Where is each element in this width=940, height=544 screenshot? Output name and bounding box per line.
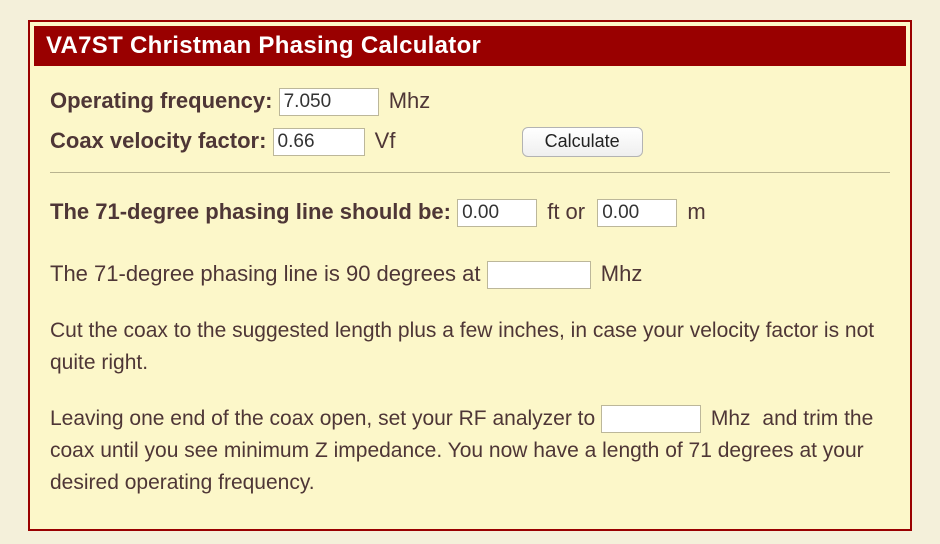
content-area: Operating frequency: Mhz Coax velocity f… [30, 66, 910, 499]
freq-90deg-input[interactable] [487, 261, 591, 289]
calculate-button[interactable]: Calculate [522, 127, 643, 157]
unit-mhz-3: Mhz [711, 407, 751, 430]
unit-m: m [687, 199, 705, 224]
unit-mhz-1: Mhz [389, 88, 431, 113]
page-title: VA7ST Christman Phasing Calculator [34, 26, 906, 66]
velocity-factor-input[interactable] [273, 128, 365, 156]
advice-cut-length: Cut the coax to the suggested length plu… [50, 315, 890, 379]
row-velocity-factor: Coax velocity factor: Vf Calculate [50, 124, 890, 158]
row-90deg: The 71-degree phasing line is 90 degrees… [50, 257, 890, 291]
calculator-card: VA7ST Christman Phasing Calculator Opera… [28, 20, 912, 531]
result-feet-input[interactable] [457, 199, 537, 227]
row-operating-frequency: Operating frequency: Mhz [50, 84, 890, 118]
analyzer-frequency-input[interactable] [601, 405, 701, 433]
unit-vf: Vf [375, 128, 396, 153]
label-operating-frequency: Operating frequency: [50, 88, 272, 113]
advice-trim: Leaving one end of the coax open, set yo… [50, 403, 890, 499]
unit-ft-or: ft or [547, 199, 585, 224]
text-90deg-prefix: The 71-degree phasing line is 90 degrees… [50, 261, 481, 286]
row-result-heading: The 71-degree phasing line should be: ft… [50, 195, 890, 229]
advice-trim-a: Leaving one end of the coax open, set yo… [50, 407, 595, 430]
operating-frequency-input[interactable] [279, 88, 379, 116]
label-velocity-factor: Coax velocity factor: [50, 128, 266, 153]
result-heading: The 71-degree phasing line should be: [50, 199, 451, 224]
unit-mhz-2: Mhz [601, 261, 643, 286]
divider [50, 172, 890, 173]
result-meters-input[interactable] [597, 199, 677, 227]
